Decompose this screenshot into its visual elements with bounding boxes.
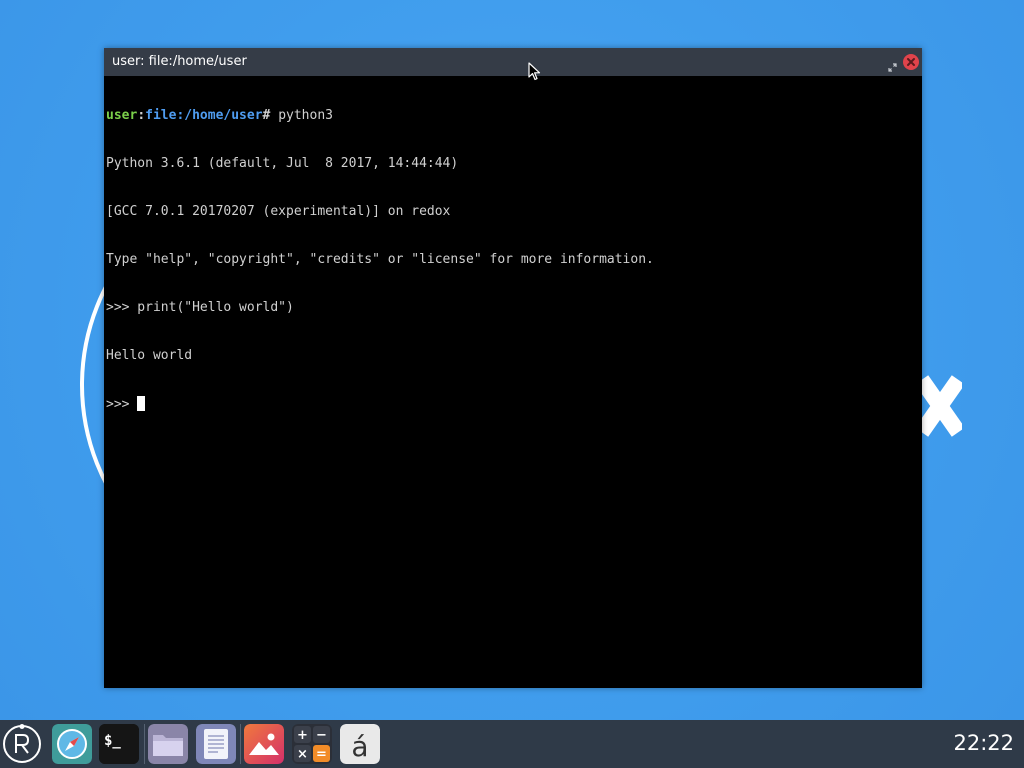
window-titlebar[interactable]: user: file:/home/user xyxy=(104,48,922,76)
terminal-button[interactable]: $_ xyxy=(99,724,139,764)
terminal-icon: $_ xyxy=(99,724,139,764)
python-prompt: >>> xyxy=(106,397,138,412)
calculator-equals-glyph: = xyxy=(316,747,327,762)
document-icon xyxy=(196,724,236,764)
command-text: python3 xyxy=(270,108,333,123)
character-map-icon: á xyxy=(340,724,380,764)
output-line: Hello world xyxy=(106,348,193,363)
compass-icon xyxy=(52,724,92,764)
window-title: user: file:/home/user xyxy=(112,54,247,69)
prompt-separator: : xyxy=(137,108,146,123)
calculator-plus-glyph: + xyxy=(297,728,308,743)
character-map-button[interactable]: á xyxy=(340,724,380,764)
calculator-button[interactable]: + − × = xyxy=(292,724,332,764)
file-manager-button[interactable] xyxy=(148,724,188,764)
output-line: Python 3.6.1 (default, Jul 8 2017, 14:44… xyxy=(106,156,459,171)
editor-button[interactable] xyxy=(196,724,236,764)
prompt-path: file:/home/user xyxy=(145,108,263,123)
restore-icon[interactable] xyxy=(888,57,897,72)
terminal-glyph: $_ xyxy=(104,733,121,749)
input-line[interactable]: >>> xyxy=(106,396,920,412)
character-map-glyph: á xyxy=(351,730,368,763)
prompt-user: user xyxy=(106,108,138,123)
close-button[interactable] xyxy=(903,54,919,70)
redox-logo-icon xyxy=(3,724,41,763)
clock[interactable]: 22:22 xyxy=(953,731,1014,755)
taskbar-separator xyxy=(240,724,241,764)
calculator-times-glyph: × xyxy=(297,747,308,762)
image-icon xyxy=(244,724,284,764)
text-cursor xyxy=(137,396,146,411)
terminal-output[interactable]: user:file:/home/user# python3 Python 3.6… xyxy=(106,76,920,686)
image-viewer-button[interactable] xyxy=(244,724,284,764)
taskbar: $_ + − × = á 22:22 xyxy=(0,720,1024,768)
terminal-window[interactable]: user: file:/home/user user:file:/home/us… xyxy=(104,48,922,688)
prompt-line: user:file:/home/user# python3 xyxy=(106,108,920,124)
browser-button[interactable] xyxy=(52,724,92,764)
calculator-minus-glyph: − xyxy=(316,728,327,743)
folder-icon xyxy=(148,724,188,764)
output-line: [GCC 7.0.1 20170207 (experimental)] on r… xyxy=(106,204,451,219)
close-icon xyxy=(907,58,915,66)
taskbar-separator xyxy=(144,724,145,764)
output-line: >>> print("Hello world") xyxy=(106,300,294,315)
launcher-button[interactable] xyxy=(2,724,42,764)
calculator-icon: + − × = xyxy=(292,724,332,764)
output-line: Type "help", "copyright", "credits" or "… xyxy=(106,252,654,267)
mouse-pointer-icon xyxy=(528,62,541,81)
